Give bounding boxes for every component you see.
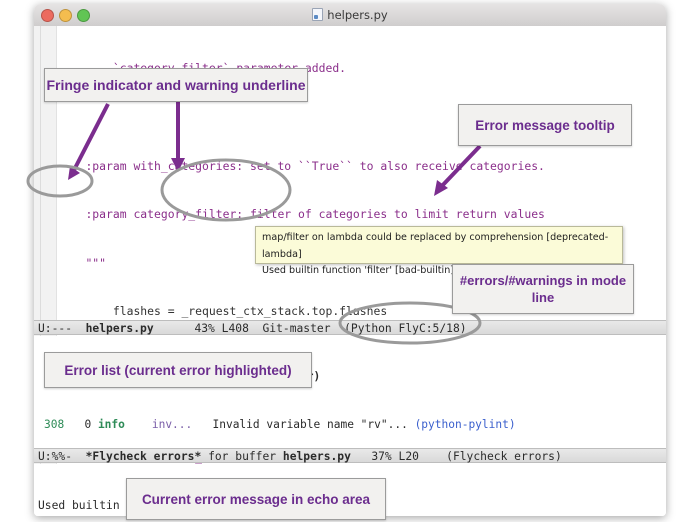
modeline-flycheck-counts: FlyC:5/18) <box>398 322 467 335</box>
row-col: 0 <box>84 418 92 432</box>
code-line: :param category_filter: filter of catego… <box>85 207 545 222</box>
annotation-tooltip: Error message tooltip <box>458 104 632 146</box>
errors-modeline-encoding: U:%%- <box>38 450 73 463</box>
annotation-echo: Current error message in echo area <box>126 478 386 520</box>
error-message-tooltip: map/filter on lambda could be replaced b… <box>255 226 623 276</box>
modeline-encoding: U:--- <box>38 322 73 335</box>
buffer-mode-line[interactable]: U:--- helpers.py 43% L408 Git-master (Py… <box>34 320 666 335</box>
errors-modeline-mode: (Flycheck errors) <box>446 450 562 463</box>
errors-modeline-percent: 37% <box>371 450 392 463</box>
modeline-buffer-name: helpers.py <box>85 322 154 335</box>
annotation-modeline: #errors/#warnings in mode line <box>452 264 634 314</box>
modeline-vc-branch: Git-master <box>262 322 331 335</box>
code-line: :param with_categories: set to ``True`` … <box>85 158 545 173</box>
errors-modeline-for: for buffer <box>208 450 277 463</box>
modeline-percent: 43% <box>194 322 215 335</box>
errors-modeline-buffer: *Flycheck errors* <box>85 450 202 463</box>
row-level: info <box>97 418 125 432</box>
table-row[interactable]: 308 0 info inv... Invalid variable name … <box>34 417 666 433</box>
window-title-text: helpers.py <box>327 8 388 22</box>
annotation-errorlist: Error list (current error highlighted) <box>44 352 312 388</box>
row-checker: (python-pylint) <box>414 418 516 432</box>
error-list-mode-line[interactable]: U:%%- *Flycheck errors* for buffer helpe… <box>34 448 666 463</box>
modeline-major-mode: (Python <box>344 322 392 335</box>
tooltip-line-1: map/filter on lambda could be replaced b… <box>262 232 609 260</box>
python-file-icon <box>312 8 324 21</box>
row-line: 308 <box>44 418 65 432</box>
row-id: inv... <box>151 418 193 432</box>
annotation-fringe: Fringe indicator and warning underline <box>44 68 308 102</box>
errors-modeline-line: L20 <box>398 450 419 463</box>
window-title: helpers.py <box>34 4 666 26</box>
modeline-line-number: L408 <box>221 322 249 335</box>
window-titlebar[interactable]: helpers.py <box>34 4 666 27</box>
row-message: Invalid variable name "rv"... <box>212 418 408 432</box>
errors-modeline-source: helpers.py <box>282 450 351 463</box>
